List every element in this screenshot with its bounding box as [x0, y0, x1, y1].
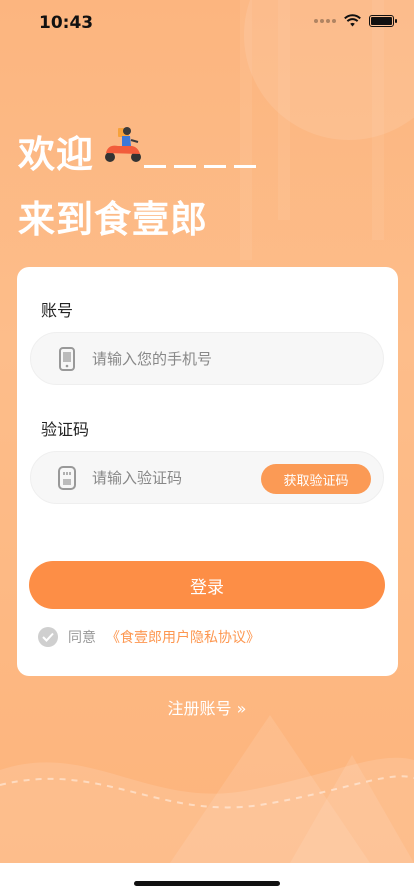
- mountains-illustration: [0, 715, 414, 863]
- login-card: 账号 请输入您的手机号 验证码 请输入验证码 获取验证码 登录 同意 《食壹郎用…: [17, 267, 398, 676]
- phone-icon: [59, 347, 75, 371]
- phone-input[interactable]: 请输入您的手机号: [30, 332, 384, 385]
- status-time: 10:43: [39, 13, 94, 33]
- status-icons: [314, 14, 397, 27]
- wifi-icon: [344, 14, 361, 27]
- sim-card-icon: [58, 466, 76, 490]
- check-icon: [42, 632, 54, 642]
- agree-text: 同意: [68, 630, 96, 646]
- agree-checkbox[interactable]: [38, 627, 58, 647]
- login-screen: 10:43 欢迎 来到食壹郎 账号 请输入您的手机号 验证码 请输入验证码 获取…: [0, 0, 414, 863]
- home-indicator[interactable]: [134, 881, 280, 886]
- code-placeholder: 请输入验证码: [92, 469, 183, 487]
- agreement-row: 同意 《食壹郎用户隐私协议》: [38, 627, 260, 647]
- decorative-dashes: [144, 164, 256, 168]
- privacy-policy-link[interactable]: 《食壹郎用户隐私协议》: [106, 627, 260, 647]
- code-label: 验证码: [41, 420, 90, 439]
- welcome-line2: 来到食壹郎: [18, 198, 208, 241]
- register-link[interactable]: 注册账号 »: [0, 695, 414, 719]
- scooter-rider-icon: [105, 127, 141, 162]
- login-button[interactable]: 登录: [29, 561, 385, 609]
- get-code-button[interactable]: 获取验证码: [261, 464, 371, 494]
- signal-icon: [314, 18, 336, 23]
- account-label: 账号: [41, 301, 74, 320]
- welcome-heading: 欢迎 来到食壹郎: [18, 120, 256, 250]
- welcome-line1: 欢迎: [18, 133, 94, 176]
- battery-icon: [369, 14, 397, 27]
- status-bar: 10:43: [0, 0, 414, 46]
- verification-code-input[interactable]: 请输入验证码 获取验证码: [30, 451, 384, 504]
- phone-placeholder: 请输入您的手机号: [92, 350, 213, 368]
